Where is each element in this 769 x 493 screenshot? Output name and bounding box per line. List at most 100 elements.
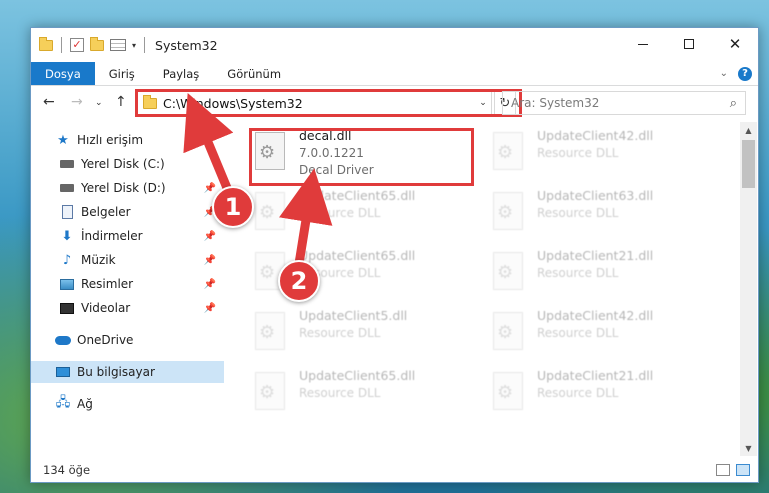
tab-home[interactable]: Giriş: [95, 62, 149, 85]
scroll-up-icon[interactable]: ▲: [740, 122, 757, 138]
minimize-button[interactable]: [620, 28, 666, 60]
sidebar-item-downloads[interactable]: ⬇ İndirmeler 📌: [31, 225, 224, 247]
sidebar-item-label: Yerel Disk (D:): [81, 181, 166, 195]
sidebar-item-label: Hızlı erişim: [77, 133, 144, 147]
toolbar-divider: [61, 37, 62, 53]
maximize-icon: [684, 39, 694, 49]
pin-icon[interactable]: 📌: [204, 231, 216, 242]
forward-arrow-icon[interactable]: →: [71, 94, 83, 110]
music-icon: ♪: [62, 252, 72, 268]
file-item[interactable]: UpdateClient5.dll Resource DLL: [229, 308, 449, 364]
maximize-button[interactable]: [666, 28, 712, 60]
sidebar-item-label: Belgeler: [81, 205, 131, 219]
file-item[interactable]: UpdateClient42.dll Resource DLL: [467, 128, 687, 184]
properties-check-icon[interactable]: ✓: [70, 38, 84, 52]
help-icon[interactable]: ?: [738, 66, 752, 81]
sidebar-item-onedrive[interactable]: OneDrive: [31, 329, 224, 351]
pin-icon[interactable]: 📌: [204, 183, 216, 194]
sidebar-item-label: Bu bilgisayar: [77, 365, 155, 379]
dll-file-icon: [493, 132, 523, 170]
pin-icon[interactable]: 📌: [204, 279, 216, 290]
sidebar-item-pictures[interactable]: Resimler 📌: [31, 273, 224, 295]
sidebar-item-local-disk-d[interactable]: Yerel Disk (D:) 📌: [31, 177, 224, 199]
file-item[interactable]: UpdateClient42.dll Resource DLL: [467, 308, 687, 364]
file-description: Resource DLL: [537, 386, 619, 400]
file-name: UpdateClient5.dll: [299, 308, 408, 323]
dll-file-icon: [493, 372, 523, 410]
address-row: ← → ⌄ ↑ C:\Windows\System32 ⌄ ↻ Ara: Sys…: [31, 88, 758, 118]
file-highlight-box: [249, 128, 474, 186]
file-description: Resource DLL: [537, 326, 619, 340]
search-input[interactable]: Ara: System32 ⌕: [502, 91, 746, 115]
file-item[interactable]: UpdateClient21.dll Resource DLL: [467, 248, 687, 304]
sidebar-item-label: Resimler: [81, 277, 134, 291]
dll-file-icon: [255, 312, 285, 350]
tab-view[interactable]: Görünüm: [213, 62, 295, 85]
file-name: UpdateClient21.dll: [537, 368, 654, 383]
window-controls: ✕: [620, 28, 758, 60]
file-item[interactable]: UpdateClient21.dll Resource DLL: [467, 368, 687, 424]
file-item[interactable]: UpdateClient63.dll Resource DLL: [467, 188, 687, 244]
back-arrow-icon[interactable]: ←: [43, 94, 55, 110]
cloud-icon: [55, 332, 71, 348]
scrollbar-thumb[interactable]: [742, 140, 755, 188]
file-explorer-window: ✓ ▾ System32 ✕ Dosya Giriş Paylaş Görünü…: [30, 27, 759, 483]
sidebar-item-quick-access[interactable]: ★ Hızlı erişim: [31, 129, 224, 151]
sidebar-item-network[interactable]: 🖧 Ağ: [31, 393, 224, 415]
drive-icon: [59, 156, 75, 172]
navigation-pane: ★ Hızlı erişim Yerel Disk (C:) Yerel Dis…: [31, 125, 226, 457]
view-toggle: [716, 464, 750, 476]
vertical-scrollbar[interactable]: ▲ ▼: [740, 122, 757, 456]
ribbon-right-controls: ⌄ ?: [720, 62, 758, 85]
file-name: UpdateClient63.dll: [537, 188, 654, 203]
sidebar-item-videos[interactable]: Videolar 📌: [31, 297, 224, 319]
dll-file-icon: [493, 252, 523, 290]
address-highlight-box: [135, 89, 522, 117]
details-view-icon[interactable]: [716, 464, 730, 476]
recent-locations-chevron-icon[interactable]: ⌄: [95, 98, 103, 108]
new-folder-icon[interactable]: [90, 36, 104, 51]
dll-file-icon: [493, 312, 523, 350]
star-icon: ★: [57, 132, 69, 148]
dll-file-icon: [255, 372, 285, 410]
up-arrow-icon[interactable]: ↑: [115, 94, 127, 110]
file-item[interactable]: UpdateClient65.dll Resource DLL: [229, 248, 449, 304]
sidebar-item-local-disk-c[interactable]: Yerel Disk (C:): [31, 153, 224, 175]
ribbon-tabs: Dosya Giriş Paylaş Görünüm ⌄ ?: [31, 62, 758, 86]
file-description: Resource DLL: [299, 326, 381, 340]
file-item[interactable]: UpdateClient65.dll Resource DLL: [229, 368, 449, 424]
step-badge-1: 1: [212, 186, 254, 228]
pictures-icon: [59, 276, 75, 292]
scroll-down-icon[interactable]: ▼: [740, 440, 757, 456]
sidebar-item-label: İndirmeler: [81, 229, 143, 243]
item-count: 134 öğe: [43, 463, 91, 477]
sidebar-item-documents[interactable]: Belgeler 📌: [31, 201, 224, 223]
sidebar-item-this-pc[interactable]: Bu bilgisayar: [31, 361, 224, 383]
dll-file-icon: [255, 192, 285, 230]
quick-access-toolbar: ✓ ▾: [39, 36, 147, 53]
dll-file-icon: [493, 192, 523, 230]
status-bar: 134 öğe: [31, 458, 758, 482]
tab-share[interactable]: Paylaş: [149, 62, 214, 85]
search-placeholder: Ara: System32: [511, 96, 600, 110]
sidebar-item-music[interactable]: ♪ Müzik 📌: [31, 249, 224, 271]
download-icon: ⬇: [61, 228, 73, 244]
pin-icon[interactable]: 📌: [204, 303, 216, 314]
file-name: UpdateClient65.dll: [299, 188, 416, 203]
toolbar-divider: [144, 37, 146, 53]
tab-file[interactable]: Dosya: [31, 62, 95, 85]
file-name: UpdateClient65.dll: [299, 248, 416, 263]
tiles-view-icon[interactable]: [736, 464, 750, 476]
expand-ribbon-icon[interactable]: ⌄: [720, 68, 728, 79]
pin-icon[interactable]: 📌: [204, 255, 216, 266]
sidebar-item-label: Müzik: [81, 253, 116, 267]
folder-icon: [39, 36, 53, 51]
file-name: UpdateClient42.dll: [537, 308, 654, 323]
documents-icon: [59, 204, 75, 220]
close-button[interactable]: ✕: [712, 28, 758, 60]
file-name: UpdateClient42.dll: [537, 128, 654, 143]
search-icon[interactable]: ⌕: [730, 96, 737, 111]
customize-view-icon[interactable]: [110, 39, 126, 51]
file-item[interactable]: UpdateClient65.dll Resource DLL: [229, 188, 449, 244]
chevron-down-icon[interactable]: ▾: [132, 41, 136, 50]
